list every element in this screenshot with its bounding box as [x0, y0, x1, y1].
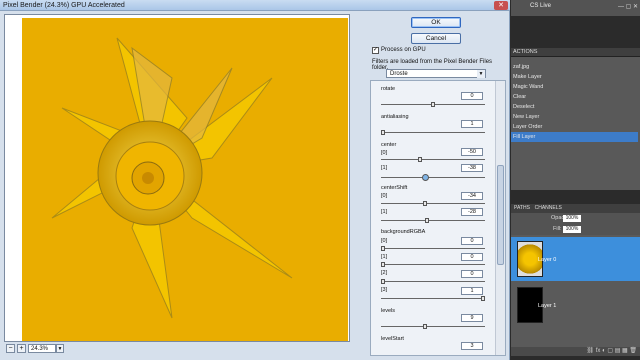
- dialog-title: Pixel Bender (24.3%) GPU Accelerated: [3, 2, 125, 9]
- layer-name: Layer 1: [538, 303, 557, 309]
- process-gpu-label: Process on GPU: [381, 47, 426, 53]
- filter-select[interactable]: Droste ▼: [386, 69, 486, 78]
- rotate-slider[interactable]: [381, 102, 485, 107]
- window-controls[interactable]: — ▢ ✕: [618, 3, 638, 10]
- title-bar: Pixel Bender (24.3%) GPU Accelerated ✕: [0, 0, 510, 11]
- cancel-button[interactable]: Cancel: [411, 33, 461, 44]
- bg-3-slider[interactable]: [381, 296, 485, 301]
- bg-0-value[interactable]: 0: [461, 237, 483, 245]
- param-sub-index: [0]: [381, 150, 388, 156]
- action-item[interactable]: New Layer: [511, 112, 638, 122]
- slider-thumb[interactable]: [431, 102, 435, 107]
- center-0-slider[interactable]: [381, 157, 485, 162]
- slider-thumb[interactable]: [381, 130, 385, 135]
- bg-0-slider[interactable]: [381, 246, 485, 251]
- centershift-1-slider[interactable]: [381, 218, 485, 223]
- bg-1-slider[interactable]: [381, 262, 485, 267]
- scrollbar-thumb[interactable]: [497, 165, 504, 265]
- slider-thumb[interactable]: [425, 218, 429, 223]
- cs-live-button[interactable]: CS Live: [530, 3, 551, 9]
- zoom-dropdown-icon[interactable]: ▼: [56, 344, 64, 353]
- param-label-antialiasing: antialiasing: [381, 114, 409, 120]
- slider-thumb[interactable]: [423, 201, 427, 206]
- param-label-rotate: rotate: [381, 86, 396, 92]
- layers-panel: Opacity: 100% Fill: 100% Layer 0 Layer 1: [511, 213, 640, 356]
- chevron-down-icon[interactable]: ▼: [477, 70, 485, 78]
- pixel-bender-dialog: Pixel Bender (24.3%) GPU Accelerated ✕ −…: [0, 0, 510, 360]
- center-0-value[interactable]: -50: [461, 148, 483, 156]
- param-sub-index: [1]: [381, 254, 388, 260]
- zoom-in-button[interactable]: +: [17, 344, 26, 353]
- action-item[interactable]: Magic Wand: [511, 82, 638, 92]
- layers-panel-tabs: PATHS CHANNELS: [511, 204, 640, 213]
- filter-select-value: Droste: [390, 71, 408, 77]
- param-label-levels: levels: [381, 308, 396, 314]
- layer-name: Layer 0: [538, 257, 557, 263]
- param-sub-index: [0]: [381, 238, 388, 244]
- param-label-levelstart: levelStart: [381, 336, 404, 342]
- actions-panel: zaf.jpg Make Layer Magic Wand Clear Dese…: [511, 57, 640, 190]
- antialiasing-slider[interactable]: [381, 130, 485, 135]
- close-icon[interactable]: ✕: [494, 1, 508, 10]
- center-1-value[interactable]: -38: [461, 164, 483, 172]
- antialiasing-value[interactable]: 1: [461, 120, 483, 128]
- actions-tab-label: ACTIONS: [513, 49, 538, 55]
- ok-button[interactable]: OK: [411, 17, 461, 28]
- opacity-field[interactable]: 100%: [563, 215, 581, 222]
- slider-thumb[interactable]: [418, 157, 422, 162]
- fill-label: Fill:: [553, 226, 562, 232]
- slider-thumb[interactable]: [381, 262, 385, 267]
- slider-thumb[interactable]: [422, 174, 429, 181]
- bg-2-value[interactable]: 0: [461, 270, 483, 278]
- fill-field[interactable]: 100%: [563, 226, 581, 233]
- center-1-slider[interactable]: [381, 174, 485, 181]
- layers-footer-icons[interactable]: ⛓ fx ◐ ▢ ▤ ▦ 🗑: [511, 347, 640, 356]
- action-item[interactable]: Deselect: [511, 102, 638, 112]
- action-item[interactable]: zaf.jpg: [511, 62, 638, 72]
- levelstart-value[interactable]: 3: [461, 342, 483, 350]
- slider-thumb[interactable]: [381, 279, 385, 284]
- bg-3-value[interactable]: 1: [461, 287, 483, 295]
- bg-2-slider[interactable]: [381, 279, 485, 284]
- zoom-out-button[interactable]: −: [6, 344, 15, 353]
- param-label-centershift: centerShift: [381, 185, 408, 191]
- preview-area: [4, 14, 350, 342]
- levels-slider[interactable]: [381, 324, 485, 329]
- process-gpu-checkbox[interactable]: ✓: [372, 47, 379, 54]
- centershift-0-slider[interactable]: [381, 201, 485, 206]
- parameter-panel: rotate 0 antialiasing 1 center [0] -50 […: [370, 80, 506, 356]
- status-bar: − + 24.3% ▼: [4, 343, 350, 355]
- param-sub-index: [2]: [381, 270, 388, 276]
- param-sub-index: [1]: [381, 209, 388, 215]
- layer-row-selected[interactable]: Layer 0: [511, 237, 640, 281]
- bg-1-value[interactable]: 0: [461, 253, 483, 261]
- flower-image: [22, 18, 348, 341]
- action-item[interactable]: Layer Order: [511, 122, 638, 132]
- tab-channels[interactable]: CHANNELS: [535, 205, 562, 211]
- slider-thumb[interactable]: [381, 246, 385, 251]
- layer-row[interactable]: Layer 1: [511, 283, 640, 327]
- param-sub-index: [3]: [381, 287, 388, 293]
- params-scrollbar[interactable]: [495, 81, 505, 355]
- actions-panel-tab[interactable]: ACTIONS: [511, 48, 640, 57]
- action-item-selected[interactable]: Fill Layer: [511, 132, 638, 142]
- tab-paths[interactable]: PATHS: [514, 205, 530, 211]
- centershift-0-value[interactable]: -34: [461, 192, 483, 200]
- preview-image[interactable]: [22, 18, 348, 341]
- param-label-backgroundrgba: backgroundRGBA: [381, 229, 426, 235]
- param-sub-index: [1]: [381, 165, 388, 171]
- rotate-value[interactable]: 0: [461, 92, 483, 100]
- slider-thumb[interactable]: [481, 296, 485, 301]
- action-item[interactable]: Make Layer: [511, 72, 638, 82]
- action-item[interactable]: Clear: [511, 92, 638, 102]
- layer-options: Opacity: 100% Fill: 100%: [511, 213, 640, 235]
- levels-value[interactable]: 9: [461, 314, 483, 322]
- slider-thumb[interactable]: [423, 324, 427, 329]
- zoom-level-field[interactable]: 24.3%: [28, 344, 56, 353]
- param-sub-index: [0]: [381, 193, 388, 199]
- param-label-center: center: [381, 142, 397, 148]
- centershift-1-value[interactable]: -28: [461, 208, 483, 216]
